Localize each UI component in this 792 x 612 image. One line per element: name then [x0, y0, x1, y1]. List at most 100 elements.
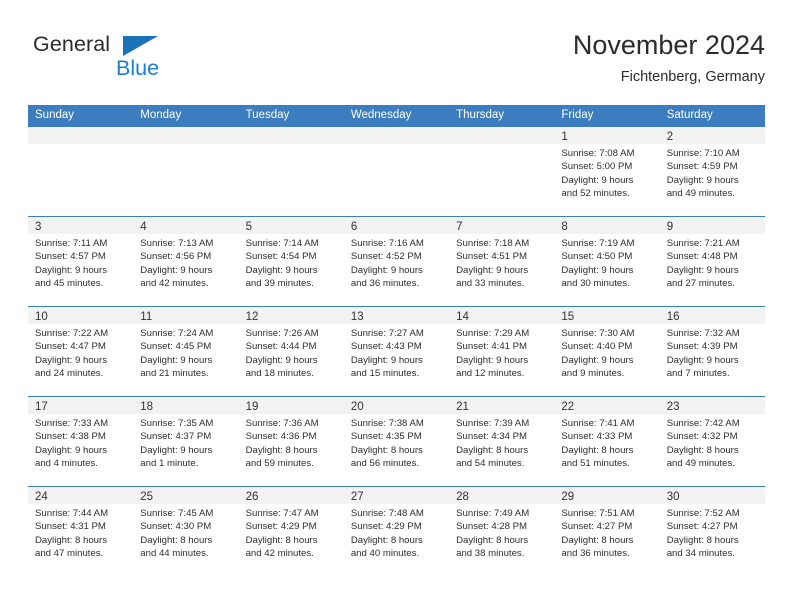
- day-details: Sunrise: 7:35 AM Sunset: 4:37 PM Dayligh…: [133, 414, 238, 471]
- daylight-text-line1: Daylight: 9 hours: [245, 354, 318, 366]
- day-details: Sunrise: 7:22 AM Sunset: 4:47 PM Dayligh…: [28, 324, 133, 381]
- day-details: [239, 144, 344, 147]
- day-number: 21: [456, 401, 469, 413]
- day-details: [28, 144, 133, 147]
- day-details: Sunrise: 7:33 AM Sunset: 4:38 PM Dayligh…: [28, 414, 133, 471]
- sunrise-text: Sunrise: 7:49 AM: [456, 508, 530, 519]
- day-details: Sunrise: 7:49 AM Sunset: 4:28 PM Dayligh…: [449, 504, 554, 561]
- day-number-band: 12: [238, 307, 344, 324]
- daylight-text-line2: and 24 minutes.: [35, 368, 104, 380]
- day-cell[interactable]: 15 Sunrise: 7:30 AM Sunset: 4:40 PM Dayl…: [554, 307, 660, 396]
- day-number-band: 29: [554, 487, 660, 504]
- sunset-text: Sunset: 4:34 PM: [456, 431, 528, 443]
- day-cell[interactable]: 19 Sunrise: 7:36 AM Sunset: 4:36 PM Dayl…: [238, 397, 344, 486]
- day-number-band: [28, 127, 134, 144]
- day-details: Sunrise: 7:47 AM Sunset: 4:29 PM Dayligh…: [239, 504, 344, 561]
- day-number-band: [133, 127, 239, 144]
- day-cell[interactable]: [449, 127, 555, 216]
- daylight-text-line1: Daylight: 8 hours: [456, 534, 529, 546]
- day-cell[interactable]: 24 Sunrise: 7:44 AM Sunset: 4:31 PM Dayl…: [28, 487, 134, 576]
- day-cell[interactable]: 10 Sunrise: 7:22 AM Sunset: 4:47 PM Dayl…: [28, 307, 134, 396]
- day-number: 20: [350, 401, 364, 413]
- day-cell[interactable]: 5 Sunrise: 7:14 AM Sunset: 4:54 PM Dayli…: [238, 217, 344, 306]
- day-cell[interactable]: 23 Sunrise: 7:42 AM Sunset: 4:32 PM Dayl…: [659, 397, 765, 486]
- day-details: Sunrise: 7:13 AM Sunset: 4:56 PM Dayligh…: [133, 234, 238, 291]
- day-number: 10: [35, 311, 48, 323]
- sunrise-text: Sunrise: 7:33 AM: [35, 418, 109, 429]
- day-cell[interactable]: 16 Sunrise: 7:32 AM Sunset: 4:39 PM Dayl…: [659, 307, 765, 396]
- day-cell[interactable]: [238, 127, 344, 216]
- day-cell[interactable]: 9 Sunrise: 7:21 AM Sunset: 4:48 PM Dayli…: [659, 217, 765, 306]
- day-number: 1: [561, 131, 568, 143]
- day-cell[interactable]: 14 Sunrise: 7:29 AM Sunset: 4:41 PM Dayl…: [449, 307, 555, 396]
- day-cell[interactable]: 17 Sunrise: 7:33 AM Sunset: 4:38 PM Dayl…: [28, 397, 134, 486]
- day-cell[interactable]: 29 Sunrise: 7:51 AM Sunset: 4:27 PM Dayl…: [554, 487, 660, 576]
- day-cell[interactable]: 11 Sunrise: 7:24 AM Sunset: 4:45 PM Dayl…: [133, 307, 239, 396]
- weekday-header-tuesday: Tuesday: [245, 109, 290, 121]
- day-cell[interactable]: 6 Sunrise: 7:16 AM Sunset: 4:52 PM Dayli…: [343, 217, 450, 306]
- day-number-band: 22: [554, 397, 660, 414]
- daylight-text-line1: Daylight: 9 hours: [456, 264, 529, 276]
- day-cell[interactable]: 27 Sunrise: 7:48 AM Sunset: 4:29 PM Dayl…: [343, 487, 450, 576]
- day-details: Sunrise: 7:52 AM Sunset: 4:27 PM Dayligh…: [660, 504, 765, 561]
- sunrise-text: Sunrise: 7:41 AM: [561, 418, 635, 429]
- sunrise-text: Sunrise: 7:48 AM: [350, 508, 424, 519]
- day-cell[interactable]: 1 Sunrise: 7:08 AM Sunset: 5:00 PM Dayli…: [554, 127, 660, 216]
- day-cell[interactable]: 30 Sunrise: 7:52 AM Sunset: 4:27 PM Dayl…: [659, 487, 765, 576]
- sunset-text: Sunset: 4:35 PM: [350, 431, 422, 443]
- day-cell[interactable]: 8 Sunrise: 7:19 AM Sunset: 4:50 PM Dayli…: [554, 217, 660, 306]
- day-cell[interactable]: 21 Sunrise: 7:39 AM Sunset: 4:34 PM Dayl…: [449, 397, 555, 486]
- day-cell[interactable]: 2 Sunrise: 7:10 AM Sunset: 4:59 PM Dayli…: [659, 127, 765, 216]
- day-cell[interactable]: [28, 127, 134, 216]
- sunrise-text: Sunrise: 7:42 AM: [666, 418, 740, 429]
- day-details: Sunrise: 7:08 AM Sunset: 5:00 PM Dayligh…: [554, 144, 659, 201]
- sunrise-text: Sunrise: 7:10 AM: [666, 148, 740, 159]
- day-cell[interactable]: 25 Sunrise: 7:45 AM Sunset: 4:30 PM Dayl…: [133, 487, 239, 576]
- day-details: Sunrise: 7:41 AM Sunset: 4:33 PM Dayligh…: [554, 414, 659, 471]
- day-cell[interactable]: 22 Sunrise: 7:41 AM Sunset: 4:33 PM Dayl…: [554, 397, 660, 486]
- day-cell[interactable]: 12 Sunrise: 7:26 AM Sunset: 4:44 PM Dayl…: [238, 307, 344, 396]
- day-number-band: 14: [449, 307, 555, 324]
- sunset-text: Sunset: 4:47 PM: [35, 341, 106, 353]
- daylight-text-line1: Daylight: 9 hours: [666, 264, 739, 276]
- daylight-text-line1: Daylight: 9 hours: [35, 354, 107, 366]
- day-details: Sunrise: 7:44 AM Sunset: 4:31 PM Dayligh…: [28, 504, 133, 561]
- day-number: 15: [561, 311, 575, 323]
- day-details: Sunrise: 7:11 AM Sunset: 4:57 PM Dayligh…: [28, 234, 133, 291]
- sunset-text: Sunset: 4:29 PM: [350, 521, 422, 533]
- day-cell[interactable]: 28 Sunrise: 7:49 AM Sunset: 4:28 PM Dayl…: [449, 487, 555, 576]
- day-number-band: 4: [133, 217, 239, 234]
- daylight-text-line1: Daylight: 9 hours: [35, 444, 107, 456]
- daylight-text-line2: and 9 minutes.: [561, 368, 625, 380]
- sunrise-text: Sunrise: 7:16 AM: [350, 238, 424, 249]
- sunrise-text: Sunrise: 7:22 AM: [35, 328, 109, 339]
- day-number: 9: [666, 221, 674, 233]
- day-number: 13: [350, 311, 364, 323]
- sunset-text: Sunset: 4:32 PM: [666, 431, 738, 443]
- day-number-band: 30: [659, 487, 765, 504]
- day-cell[interactable]: 20 Sunrise: 7:38 AM Sunset: 4:35 PM Dayl…: [343, 397, 450, 486]
- day-number-band: 27: [343, 487, 450, 504]
- day-cell[interactable]: 3 Sunrise: 7:11 AM Sunset: 4:57 PM Dayli…: [28, 217, 134, 306]
- day-cell[interactable]: 13 Sunrise: 7:27 AM Sunset: 4:43 PM Dayl…: [343, 307, 450, 396]
- daylight-text-line1: Daylight: 8 hours: [245, 534, 318, 546]
- sunrise-text: Sunrise: 7:36 AM: [245, 418, 319, 429]
- day-details: Sunrise: 7:19 AM Sunset: 4:50 PM Dayligh…: [554, 234, 659, 291]
- daylight-text-line1: Daylight: 8 hours: [666, 534, 739, 546]
- weekday-header-sunday: Sunday: [35, 109, 75, 121]
- day-cell[interactable]: [133, 127, 239, 216]
- day-cell[interactable]: 4 Sunrise: 7:13 AM Sunset: 4:56 PM Dayli…: [133, 217, 239, 306]
- day-number: 14: [456, 311, 469, 323]
- day-cell[interactable]: 7 Sunrise: 7:18 AM Sunset: 4:51 PM Dayli…: [449, 217, 555, 306]
- sunset-text: Sunset: 4:51 PM: [456, 251, 528, 263]
- brand-logo[interactable]: General Blue: [28, 32, 288, 94]
- day-number-band: 17: [28, 397, 134, 414]
- day-cell[interactable]: 26 Sunrise: 7:47 AM Sunset: 4:29 PM Dayl…: [238, 487, 344, 576]
- day-cell[interactable]: 18 Sunrise: 7:35 AM Sunset: 4:37 PM Dayl…: [133, 397, 239, 486]
- day-cell[interactable]: [343, 127, 450, 216]
- day-number-band: 21: [449, 397, 555, 414]
- day-number-band: 11: [133, 307, 239, 324]
- sunset-text: Sunset: 4:27 PM: [666, 521, 738, 533]
- calendar-page: General Blue November 2024 Fichtenberg, …: [0, 0, 792, 612]
- day-details: Sunrise: 7:39 AM Sunset: 4:34 PM Dayligh…: [449, 414, 554, 471]
